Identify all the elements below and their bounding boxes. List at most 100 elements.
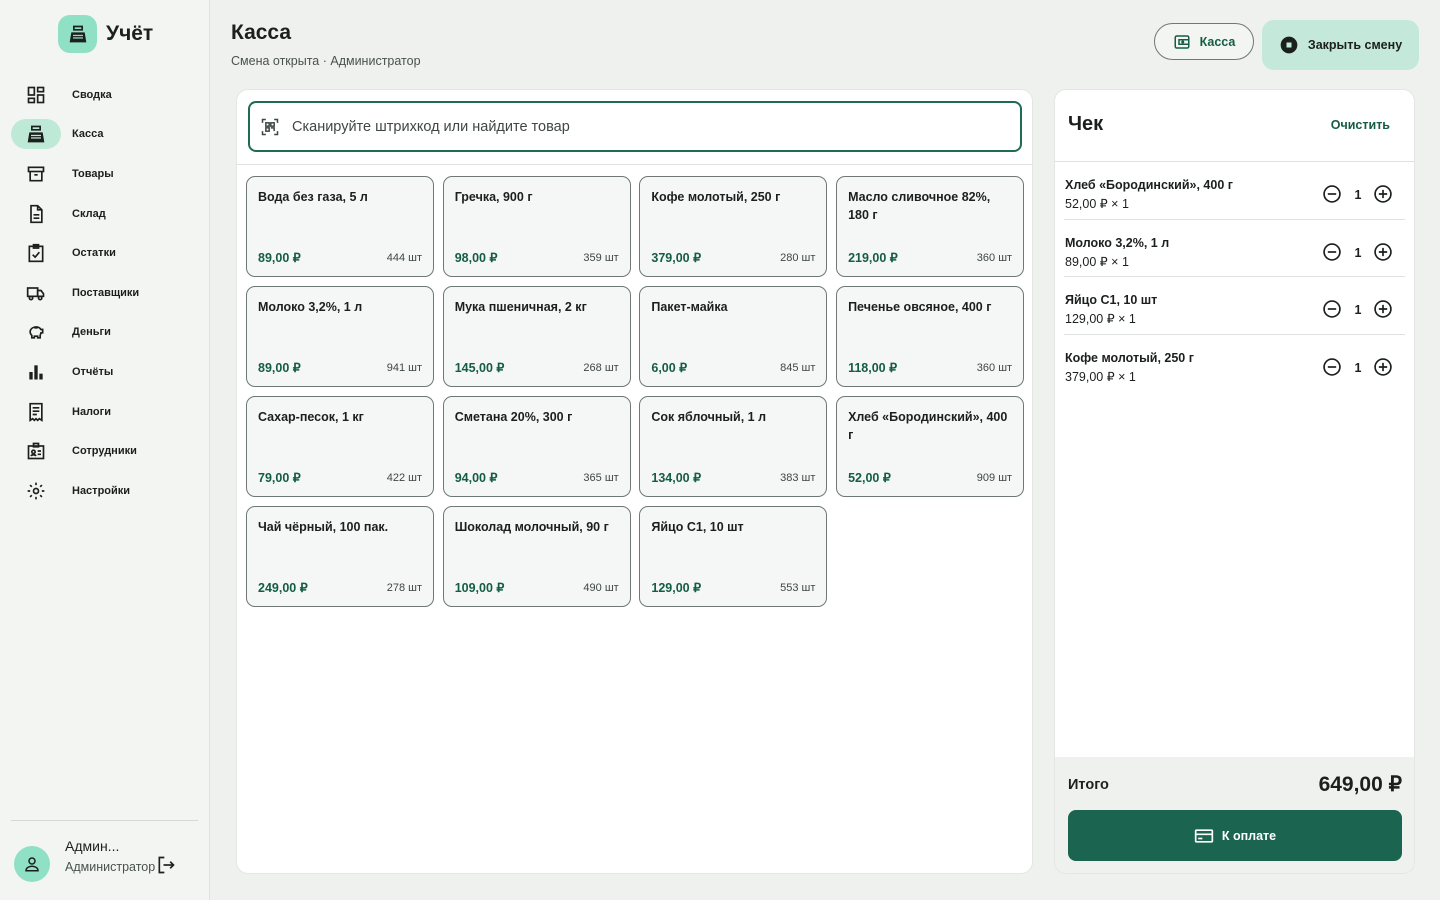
sidebar-item-kassa[interactable]: Касса (11, 115, 198, 155)
search-input[interactable]: Сканируйте штрихкод или найдите товар (248, 101, 1022, 152)
product-price: 145,00 ₽ (454, 361, 505, 375)
product-stock: 360 шт (976, 362, 1013, 374)
sidebar-item-label: Сотрудники (72, 445, 137, 458)
product-name: Сахар-песок, 1 кг (258, 410, 364, 424)
receipt-panel: Чек Очистить Хлеб «Бородинский», 400 г 5… (1054, 89, 1415, 874)
sidebar-item-label: Склад (72, 207, 106, 220)
product-card[interactable]: Яйцо С1, 10 шт 129,00 ₽ 553 шт (639, 506, 828, 607)
sidebar-item-settings[interactable]: Настройки (11, 471, 198, 511)
receipt-line: Хлеб «Бородинский», 400 г 52,00 ₽ × 1 1 (1064, 162, 1405, 220)
user-panel: Админ... Администратор (14, 836, 184, 896)
plus-circle-icon[interactable] (1373, 184, 1393, 209)
sidebar-item-label: Поставщики (72, 286, 140, 299)
plus-circle-icon[interactable] (1373, 299, 1393, 324)
product-price: 118,00 ₽ (848, 361, 898, 375)
product-stock: 941 шт (386, 362, 422, 374)
product-card[interactable]: Хлеб «Бородинский», 400 г 52,00 ₽ 909 шт (836, 396, 1025, 497)
close-shift-button[interactable]: Закрыть смену (1262, 20, 1419, 70)
logout-button[interactable] (154, 853, 178, 877)
product-card[interactable]: Пакет-майка 6,00 ₽ 845 шт (639, 286, 828, 387)
kassa-button[interactable]: Касса (1154, 23, 1254, 60)
minus-circle-icon[interactable] (1322, 299, 1342, 324)
line-count: 1 (1354, 303, 1362, 318)
sidebar-nav: Сводка Касса Товары Склад Остатки Постав… (11, 75, 198, 511)
archive-box-icon (11, 159, 61, 189)
sidebar-item-suppliers[interactable]: Поставщики (11, 273, 198, 313)
catalog-divider (237, 164, 1032, 165)
product-stock: 845 шт (780, 362, 816, 374)
plus-circle-icon[interactable] (1373, 242, 1393, 267)
sidebar-item-warehouse[interactable]: Склад (11, 194, 198, 234)
product-card[interactable]: Сахар-песок, 1 кг 79,00 ₽ 422 шт (246, 396, 434, 497)
wallet-icon (1174, 34, 1190, 49)
kassa-button-label: Касса (1199, 34, 1236, 49)
user-icon (25, 857, 39, 872)
product-stock: 359 шт (583, 252, 619, 264)
page-title: Касса (231, 21, 292, 44)
sidebar-item-label: Отчёты (72, 365, 114, 378)
product-card[interactable]: Сок яблочный, 1 л 134,00 ₽ 383 шт (639, 396, 828, 497)
id-badge-icon (11, 436, 61, 466)
product-card[interactable]: Масло сливочное 82%, 180 г 219,00 ₽ 360 шт (836, 176, 1025, 277)
total-section: Итого 649,00 ₽ К оплате (1055, 757, 1414, 873)
plus-circle-icon[interactable] (1373, 357, 1393, 382)
product-stock: 360 шт (976, 252, 1013, 264)
clear-button[interactable]: Очистить (1331, 118, 1390, 132)
minus-circle-icon[interactable] (1322, 242, 1342, 267)
product-price: 98,00 ₽ (454, 251, 498, 265)
product-name: Кофе молотый, 250 г (651, 190, 781, 204)
stop-circle-icon (1280, 36, 1298, 54)
product-card[interactable]: Печенье овсяное, 400 г 118,00 ₽ 360 шт (836, 286, 1025, 387)
product-price: 129,00 ₽ (651, 581, 702, 595)
product-name: Молоко 3,2%, 1 л (258, 300, 363, 314)
dashboard-icon (11, 80, 61, 110)
sidebar-item-summary[interactable]: Сводка (11, 75, 198, 115)
sidebar-divider (11, 820, 198, 821)
receipt-icon (11, 397, 61, 427)
line-name: Молоко 3,2%, 1 л (1065, 235, 1170, 250)
product-stock: 444 шт (386, 252, 422, 264)
product-card[interactable]: Чай чёрный, 100 пак. 249,00 ₽ 278 шт (246, 506, 434, 607)
sidebar-item-taxes[interactable]: Налоги (11, 392, 198, 432)
product-price: 89,00 ₽ (258, 361, 301, 375)
cash-register-icon (11, 119, 61, 150)
product-card[interactable]: Гречка, 900 г 98,00 ₽ 359 шт (442, 176, 631, 277)
sidebar-item-products[interactable]: Товары (11, 154, 198, 194)
product-name: Гречка, 900 г (454, 190, 533, 204)
avatar[interactable] (14, 846, 50, 882)
product-card[interactable]: Шоколад молочный, 90 г 109,00 ₽ 490 шт (442, 506, 631, 607)
page-subtitle: Смена открыта · Администратор (231, 54, 421, 68)
product-card[interactable]: Мука пшеничная, 2 кг 145,00 ₽ 268 шт (442, 286, 631, 387)
close-shift-label: Закрыть смену (1307, 38, 1403, 52)
line-price: 89,00 ₽ × 1 (1065, 254, 1129, 269)
product-card[interactable]: Вода без газа, 5 л 89,00 ₽ 444 шт (246, 176, 434, 277)
receipt-title: Чек (1068, 113, 1104, 135)
product-card[interactable]: Молоко 3,2%, 1 л 89,00 ₽ 941 шт (246, 286, 434, 387)
sidebar-item-stock[interactable]: Остатки (11, 233, 198, 273)
line-name: Кофе молотый, 250 г (1065, 350, 1194, 365)
sidebar-item-employees[interactable]: Сотрудники (11, 431, 198, 471)
product-stock: 280 шт (780, 252, 816, 264)
line-price: 379,00 ₽ × 1 (1065, 369, 1136, 384)
pay-button[interactable]: К оплате (1068, 810, 1402, 861)
sidebar-item-reports[interactable]: Отчёты (11, 352, 198, 392)
line-price: 52,00 ₽ × 1 (1065, 197, 1129, 211)
product-card[interactable]: Сметана 20%, 300 г 94,00 ₽ 365 шт (442, 396, 631, 497)
product-stock: 909 шт (976, 472, 1013, 484)
line-count: 1 (1354, 360, 1362, 375)
qr-scan-icon (261, 118, 279, 135)
product-card[interactable]: Кофе молотый, 250 г 379,00 ₽ 280 шт (639, 176, 828, 277)
sidebar-item-label: Товары (72, 167, 114, 180)
line-name: Яйцо С1, 10 шт (1065, 293, 1158, 308)
cash-register-icon (58, 15, 97, 53)
app-name: Учёт (106, 22, 154, 45)
product-price: 79,00 ₽ (258, 471, 301, 485)
product-name: Хлеб «Бородинский», 400 г (848, 410, 1008, 442)
clipboard-check-icon (11, 238, 61, 268)
minus-circle-icon[interactable] (1322, 184, 1342, 209)
minus-circle-icon[interactable] (1322, 357, 1342, 382)
product-catalog: Сканируйте штрихкод или найдите товар Во… (236, 89, 1033, 874)
product-price: 109,00 ₽ (454, 581, 505, 595)
product-name: Сок яблочный, 1 л (651, 410, 767, 424)
sidebar-item-money[interactable]: Деньги (11, 313, 198, 353)
